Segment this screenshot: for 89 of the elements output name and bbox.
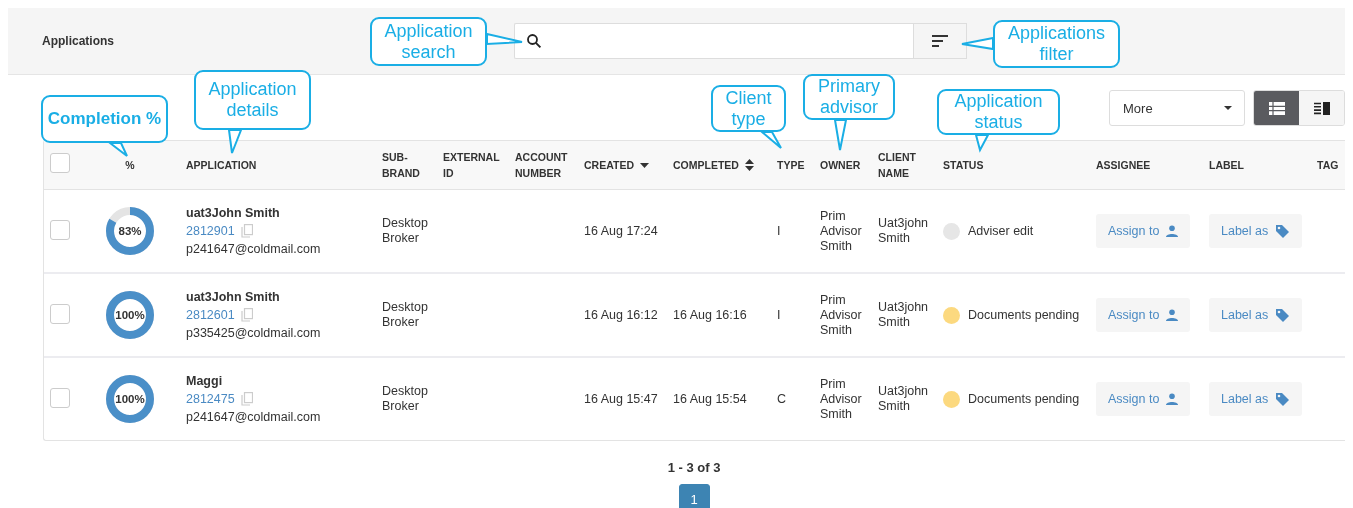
created-date: 16 Aug 17:24 (584, 223, 658, 238)
tag-icon (1275, 223, 1291, 239)
applicant-name: uat3John Smith (186, 289, 281, 305)
split-view-icon (1313, 101, 1330, 115)
checkbox[interactable] (50, 153, 70, 173)
column-header: ACCOUNT NUMBER (515, 150, 568, 181)
application-id-link[interactable]: 2812901 (186, 223, 235, 239)
callout-bubble: Applications filter (993, 20, 1120, 68)
person-icon (1166, 393, 1179, 405)
search-icon (525, 32, 543, 50)
search-field[interactable] (514, 23, 913, 59)
column-header: OWNER (820, 158, 861, 173)
callout-bubble: Application details (194, 70, 311, 130)
sort-icon[interactable] (744, 159, 754, 171)
page-button[interactable]: 1 (678, 484, 710, 508)
copy-icon[interactable] (240, 392, 253, 406)
completion-donut: 100% (104, 373, 156, 425)
client-name: Uat3john Smith (878, 300, 929, 329)
sub-brand-text: Desktop Broker (382, 384, 428, 413)
created-date: 16 Aug 16:12 (584, 307, 658, 322)
client-name: Uat3john Smith (878, 384, 929, 413)
caret-icon (1224, 106, 1232, 110)
column-header: TYPE (777, 158, 805, 173)
callout-bubble: Client type (711, 85, 786, 132)
completion-donut: 100% (104, 289, 156, 341)
column-header: STATUS (943, 158, 984, 173)
applicant-email: p241647@coldmail.com (186, 241, 322, 257)
callout-bubble: Application status (937, 89, 1060, 135)
person-icon (1166, 309, 1179, 321)
label-button[interactable]: Label as (1209, 214, 1303, 248)
application-id-link[interactable]: 2812601 (186, 307, 235, 323)
client-type: I (777, 307, 781, 322)
callout-pointer (486, 32, 523, 46)
applicant-email: p241647@coldmail.com (186, 409, 322, 425)
owner-name: Prim Advisor Smith (820, 292, 863, 338)
assign-button[interactable]: Assign to (1096, 298, 1191, 332)
column-header: TAG (1317, 158, 1339, 173)
client-name: Uat3john Smith (878, 216, 929, 245)
column-header: ASSIGNEE (1096, 158, 1151, 173)
applicant-name: Maggi (186, 373, 224, 389)
column-header: APPLICATION (186, 158, 257, 173)
column-header[interactable]: COMPLETED (673, 157, 739, 173)
checkbox[interactable] (50, 303, 70, 324)
split-view-button[interactable] (1299, 91, 1344, 125)
created-date: 16 Aug 15:47 (584, 391, 658, 406)
tag-icon (1275, 391, 1291, 407)
completed-date: 16 Aug 16:16 (673, 307, 747, 322)
callout-bubble: Primary advisor (803, 74, 895, 120)
pagination-summary: 1 - 3 of 3 (667, 460, 721, 475)
label-button[interactable]: Label as (1209, 298, 1303, 332)
sub-brand-text: Desktop Broker (382, 300, 428, 329)
application-id-link[interactable]: 2812475 (186, 391, 235, 407)
column-header: LABEL (1209, 158, 1244, 173)
completed-date: 16 Aug 15:54 (673, 391, 747, 406)
label-button[interactable]: Label as (1209, 382, 1303, 416)
assign-button[interactable]: Assign to (1096, 214, 1191, 248)
applicant-email: p335425@coldmail.com (186, 325, 322, 341)
status-text: Adviser edit (968, 224, 1034, 238)
sub-brand-text: Desktop Broker (382, 216, 428, 245)
sort-descending-icon[interactable] (640, 162, 649, 168)
column-header: SUB-BRAND (382, 150, 420, 181)
list-icon (1268, 101, 1285, 115)
checkbox[interactable] (50, 387, 70, 408)
owner-name: Prim Advisor Smith (820, 376, 863, 422)
status-text: Documents pending (968, 392, 1080, 406)
callout-bubble: Completion % (41, 95, 168, 143)
person-icon (1166, 225, 1179, 237)
column-header: EXTERNAL ID (443, 150, 500, 181)
page-title: Applications (42, 34, 114, 48)
client-type: I (777, 223, 781, 238)
callout-bubble: Application search (370, 17, 487, 66)
copy-icon[interactable] (240, 308, 253, 322)
filter-icon (931, 34, 949, 48)
owner-name: Prim Advisor Smith (820, 208, 863, 254)
copy-icon[interactable] (240, 224, 253, 238)
column-header[interactable]: CREATED (584, 157, 634, 173)
checkbox[interactable] (50, 219, 70, 240)
assign-button[interactable]: Assign to (1096, 382, 1191, 416)
column-header: CLIENT NAME (878, 150, 916, 181)
more-dropdown[interactable]: More (1109, 90, 1245, 126)
applicant-name: uat3John Smith (186, 205, 281, 221)
filter-button[interactable] (913, 23, 967, 59)
completion-donut: 83% (104, 205, 156, 257)
tag-icon (1275, 307, 1291, 323)
callout-pointer (961, 36, 994, 51)
client-type: C (777, 391, 787, 406)
column-header: % (125, 158, 135, 173)
status-text: Documents pending (968, 308, 1080, 322)
list-view-button[interactable] (1254, 91, 1299, 125)
